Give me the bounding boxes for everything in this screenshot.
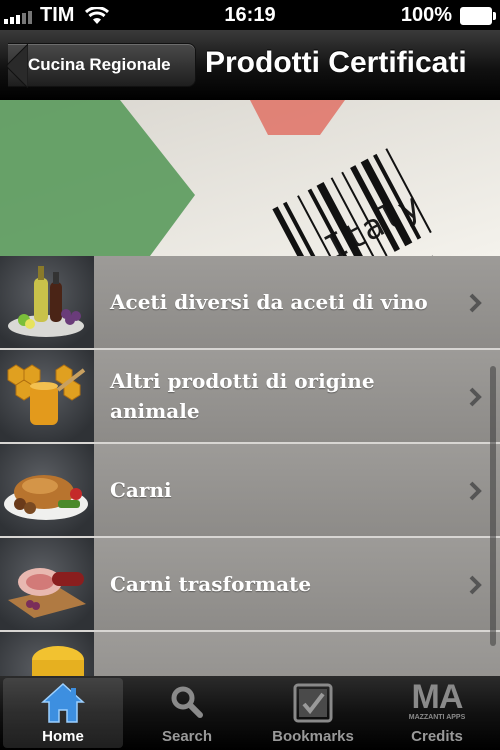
credits-logo-icon: MA MAZZANTI APPS bbox=[409, 680, 466, 721]
tab-bar: Home Search Bookmarks MA MAZZANTI APPS C… bbox=[0, 676, 500, 750]
tab-credits[interactable]: MA MAZZANTI APPS Credits bbox=[377, 678, 497, 748]
status-bar: TIM 16:19 100% bbox=[0, 0, 500, 30]
list-item[interactable]: Carni trasformate bbox=[0, 538, 500, 632]
status-right: 100% bbox=[400, 4, 496, 27]
chevron-right-icon bbox=[469, 481, 482, 501]
made-in-italy-banner: Made in Italy 4794 bbox=[0, 100, 500, 256]
chevron-right-icon bbox=[469, 575, 482, 595]
list-item[interactable] bbox=[0, 632, 500, 676]
tab-label: Home bbox=[42, 728, 84, 745]
roast-meat-icon bbox=[0, 444, 94, 536]
chevron-right-icon bbox=[469, 293, 482, 313]
tab-search[interactable]: Search bbox=[127, 678, 247, 748]
home-icon bbox=[41, 682, 85, 723]
battery-icon bbox=[460, 6, 496, 25]
list-item[interactable]: Aceti diversi da aceti di vino bbox=[0, 256, 500, 350]
page-title: Prodotti Certificati bbox=[205, 46, 467, 79]
list-item[interactable]: Altri prodotti di origine animale bbox=[0, 350, 500, 444]
tab-bookmarks[interactable]: Bookmarks bbox=[253, 678, 373, 748]
list-item-label: Aceti diversi da aceti di vino bbox=[110, 290, 428, 314]
tab-label: Credits bbox=[411, 728, 463, 745]
list-item-label: Carni trasformate bbox=[110, 572, 312, 596]
product-list: Aceti diversi da aceti di vino Altri pro… bbox=[0, 256, 500, 676]
battery-percent: 100% bbox=[400, 4, 452, 26]
back-button-label: Cucina Regionale bbox=[28, 55, 171, 74]
tab-label: Bookmarks bbox=[272, 728, 354, 745]
cured-meat-icon bbox=[0, 538, 94, 630]
tab-label: Search bbox=[161, 728, 213, 745]
banner-image: Made in Italy 4794 bbox=[0, 100, 500, 256]
cheese-icon bbox=[0, 632, 94, 676]
back-arrow-icon bbox=[6, 44, 28, 88]
chevron-right-icon bbox=[469, 387, 482, 407]
list-item-label bbox=[110, 632, 450, 676]
honey-icon bbox=[0, 350, 94, 442]
back-button[interactable]: Cucina Regionale bbox=[6, 43, 196, 88]
scroll-indicator[interactable] bbox=[490, 366, 496, 646]
search-icon bbox=[171, 686, 203, 718]
navigation-bar: Cucina Regionale Prodotti Certificati bbox=[0, 30, 500, 101]
credits-logo-text: MA bbox=[411, 678, 464, 716]
list-item-label: Carni bbox=[110, 478, 172, 502]
credits-logo-subtext: MAZZANTI APPS bbox=[408, 714, 466, 721]
vinegar-bottles-icon bbox=[0, 256, 94, 348]
bookmarks-icon bbox=[293, 683, 333, 723]
list-item-label: Altri prodotti di origine animale bbox=[110, 369, 375, 423]
tab-home[interactable]: Home bbox=[3, 678, 123, 748]
list-item[interactable]: Carni bbox=[0, 444, 500, 538]
